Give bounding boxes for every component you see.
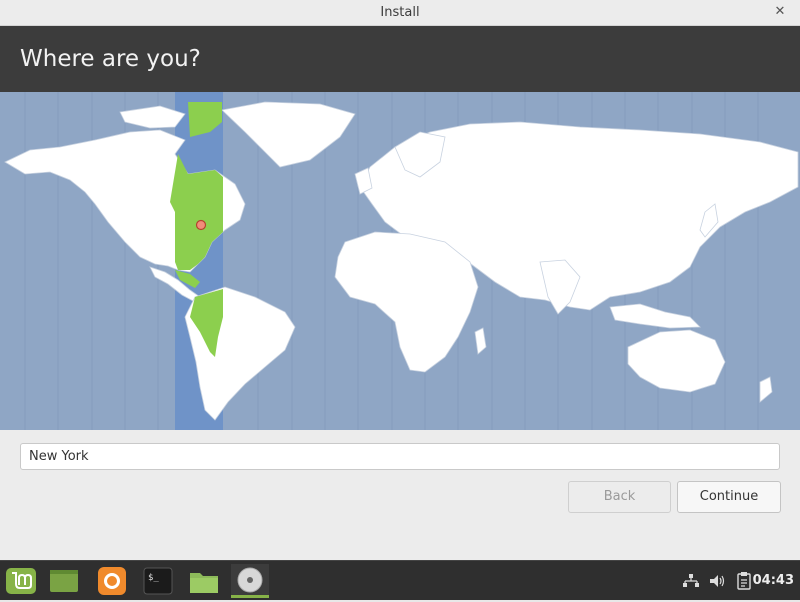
- africa: [334, 231, 479, 373]
- install-disc-icon[interactable]: [231, 564, 269, 598]
- timezone-input[interactable]: [20, 443, 780, 470]
- clock[interactable]: 04:43: [753, 561, 794, 601]
- menu-icon[interactable]: [4, 564, 38, 598]
- back-button[interactable]: Back: [568, 481, 671, 513]
- location-form: Back Continue: [0, 430, 800, 560]
- australia: [627, 329, 726, 393]
- network-icon[interactable]: [682, 571, 700, 591]
- continue-button[interactable]: Continue: [677, 481, 781, 513]
- firefox-icon[interactable]: [95, 564, 129, 598]
- madagascar: [474, 327, 487, 355]
- location-pin-icon[interactable]: [195, 219, 207, 231]
- terminal-icon[interactable]: $_: [141, 564, 175, 598]
- show-desktop-icon[interactable]: [47, 564, 81, 598]
- files-icon[interactable]: [187, 564, 221, 598]
- window-titlebar: Install ✕: [0, 0, 800, 26]
- window-title: Install: [380, 5, 420, 20]
- page-title: Where are you?: [20, 46, 201, 72]
- clipboard-icon[interactable]: [736, 571, 752, 591]
- timezone-map[interactable]: [0, 92, 800, 430]
- page-header: Where are you?: [0, 26, 800, 92]
- taskbar-panel: $_ 04:43: [0, 560, 800, 600]
- close-icon[interactable]: ✕: [770, 2, 790, 22]
- new-zealand: [759, 376, 773, 403]
- volume-icon[interactable]: [708, 571, 726, 591]
- greenland: [221, 101, 356, 168]
- indonesia: [609, 303, 701, 329]
- landmasses: [4, 101, 799, 421]
- world-map-svg[interactable]: [0, 92, 800, 430]
- svg-text:$_: $_: [148, 573, 159, 583]
